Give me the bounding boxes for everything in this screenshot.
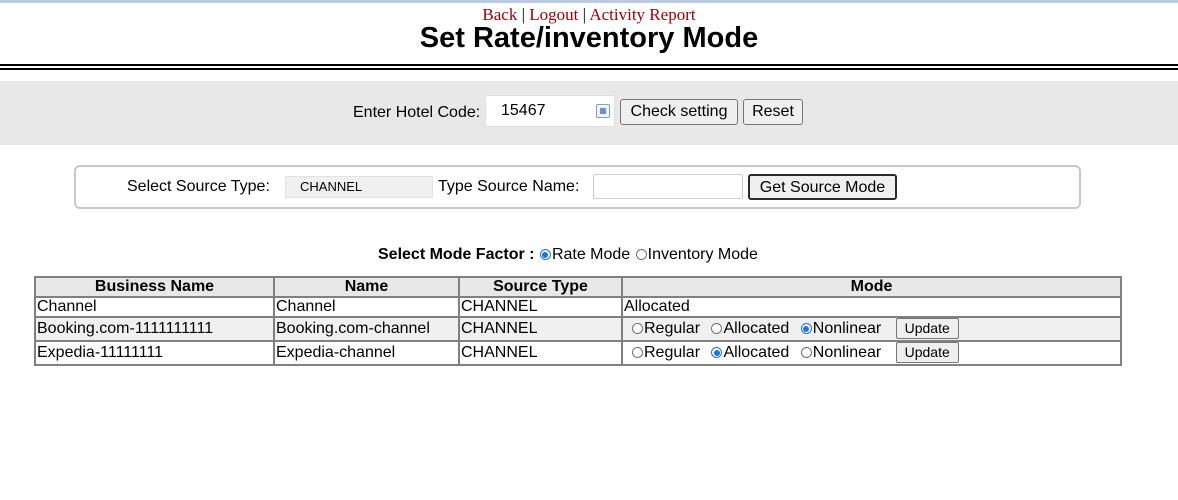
cell-source-type: CHANNEL [459, 341, 622, 365]
cell-mode: Allocated [622, 297, 1121, 317]
cell-mode: Regular Allocated Nonlinear Update [622, 341, 1121, 365]
cell-business-name: Booking.com-1111111111 [35, 317, 274, 341]
reset-button[interactable]: Reset [743, 99, 803, 125]
source-type-select[interactable]: CHANNEL [285, 176, 433, 198]
nonlinear-label: Nonlinear [812, 320, 882, 337]
allocated-radio[interactable] [711, 347, 723, 358]
rate-mode-label: Rate Mode [551, 246, 631, 263]
check-setting-button[interactable]: Check setting [620, 99, 738, 125]
allocated-label: Allocated [723, 344, 790, 361]
nonlinear-radio[interactable] [800, 323, 812, 334]
mode-factor-label: Select Mode Factor : [378, 246, 535, 263]
source-name-label: Type Source Name: [438, 178, 580, 195]
divider [0, 64, 1178, 66]
nonlinear-label: Nonlinear [812, 344, 882, 361]
cell-name: Booking.com-channel [274, 317, 459, 341]
header-name: Name [274, 277, 459, 297]
table-row: Expedia-11111111 Expedia-channel CHANNEL… [35, 341, 1121, 365]
table-row: Booking.com-1111111111 Booking.com-chann… [35, 317, 1121, 341]
header-mode: Mode [622, 277, 1121, 297]
page-title: Set Rate/inventory Mode [419, 22, 759, 54]
regular-label: Regular [644, 320, 701, 337]
source-mode-table: Business Name Name Source Type Mode Chan… [34, 276, 1122, 366]
source-panel: Select Source Type: Type Source Name: [74, 165, 1081, 209]
header-business-name: Business Name [35, 277, 274, 297]
cell-name: Expedia-channel [274, 341, 459, 365]
table-row: Channel Channel CHANNEL Allocated [35, 297, 1121, 317]
mode-factor-row: Select Mode Factor : Rate Mode Inventory… [378, 246, 758, 264]
inventory-mode-radio[interactable] [635, 249, 647, 260]
cell-source-type: CHANNEL [459, 317, 622, 341]
top-border [0, 0, 1178, 3]
hotel-code-label: Enter Hotel Code: [353, 104, 481, 121]
calendar-icon[interactable]: ▦ [596, 104, 610, 118]
source-type-label: Select Source Type: [127, 178, 270, 195]
allocated-radio[interactable] [711, 323, 723, 334]
update-button[interactable]: Update [895, 318, 959, 340]
update-button[interactable]: Update [895, 342, 959, 364]
get-source-mode-button[interactable]: Get Source Mode [748, 174, 897, 200]
inventory-mode-label: Inventory Mode [647, 246, 758, 263]
cell-mode: Regular Allocated Nonlinear Update [622, 317, 1121, 341]
regular-radio[interactable] [632, 323, 643, 334]
cell-name: Channel [274, 297, 459, 317]
header-source-type: Source Type [459, 277, 622, 297]
divider [0, 68, 1178, 70]
nonlinear-radio[interactable] [800, 347, 812, 358]
regular-label: Regular [644, 344, 701, 361]
allocated-label: Allocated [723, 320, 790, 337]
source-name-input[interactable] [593, 174, 743, 199]
rate-mode-radio[interactable] [539, 249, 551, 260]
table-header: Business Name Name Source Type Mode [35, 277, 1121, 297]
regular-radio[interactable] [632, 347, 643, 358]
cell-business-name: Channel [35, 297, 274, 317]
cell-source-type: CHANNEL [459, 297, 622, 317]
cell-business-name: Expedia-11111111 [35, 341, 274, 365]
